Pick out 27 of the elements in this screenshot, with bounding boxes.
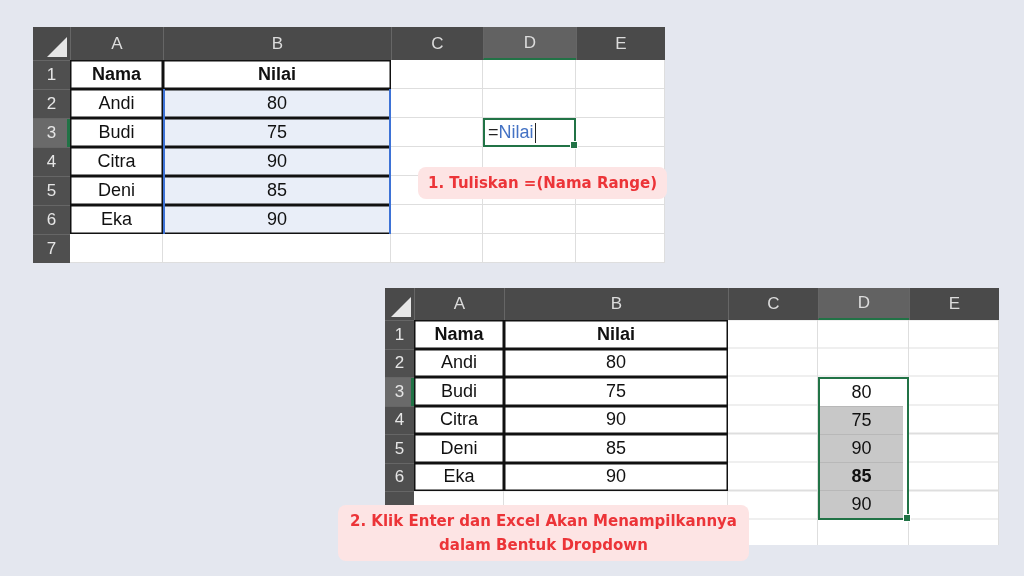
table-cell: 90 [163,147,391,176]
table-cell: Nama [70,60,163,89]
table-cell: Andi [70,89,163,118]
table-cell: Andi [414,348,504,377]
table-cell: Nama [414,320,504,349]
table-cell: 80 [504,348,728,377]
table-cell: Nilai [163,60,391,89]
table-cell: Citra [414,405,504,434]
table-cell: Citra [70,147,163,176]
table-cell: 75 [504,377,728,406]
table-cell: Deni [414,434,504,463]
table-cell: Budi [70,118,163,147]
table-cell: 90 [504,405,728,434]
table-cell: Budi [414,377,504,406]
table-cell: Eka [414,462,504,491]
callout-text: 1. Tuliskan =(Nama Range) [428,173,658,194]
table-cell: Nilai [504,320,728,349]
table-cell: 85 [504,434,728,463]
table-cell: 85 [163,176,391,205]
table-cell: 90 [504,462,728,491]
table-cell: Deni [70,176,163,205]
table-cell: 80 [163,89,391,118]
table-cell: 90 [163,205,391,234]
callout-text: dalam Bentuk Dropdown [439,535,648,556]
callout-text: 2. Klik Enter dan Excel Akan Menampilkannya [350,511,737,532]
table-cell: Eka [70,205,163,234]
table-cell: 75 [163,118,391,147]
